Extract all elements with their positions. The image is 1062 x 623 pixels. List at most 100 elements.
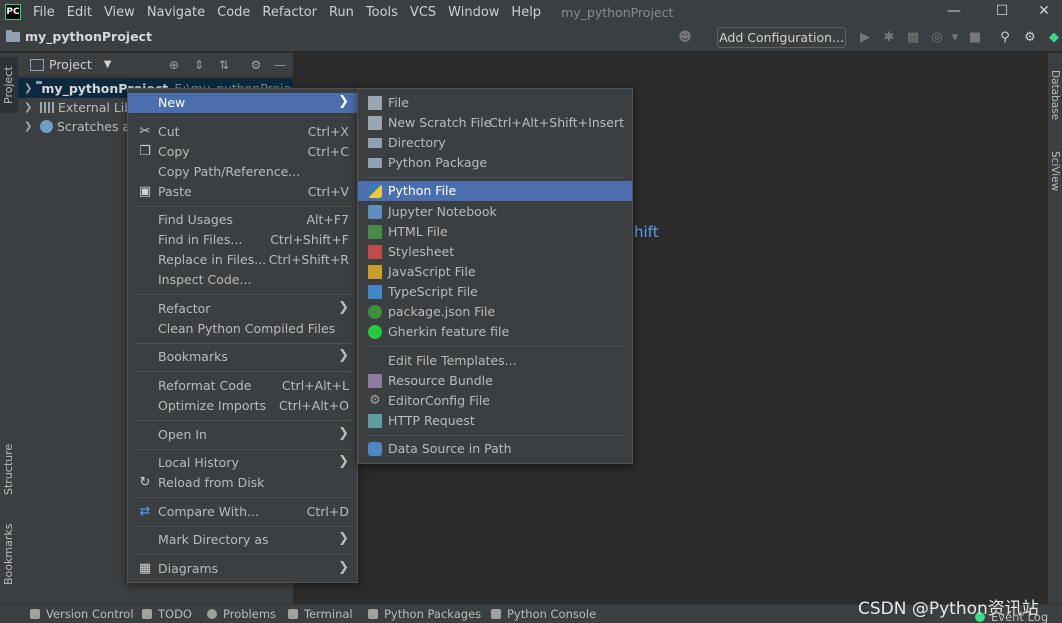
menu-item-copy-path[interactable]: Copy Path/Reference... (128, 162, 357, 182)
menu-code[interactable]: Code (211, 5, 256, 20)
new-item-python-file[interactable]: Python File (358, 181, 632, 201)
gear-icon[interactable]: ⚙ (248, 57, 264, 73)
menu-item-replace-in-files[interactable]: Replace in Files... Ctrl+Shift+R (128, 250, 357, 270)
new-item-typescript-file[interactable]: TypeScript File (358, 282, 632, 302)
project-panel-header: Project ▼ ⊕ ⇕ ⇅ ⚙ — (18, 53, 293, 77)
breadcrumb-project[interactable]: my_pythonProject (25, 29, 152, 44)
menu-view[interactable]: View (98, 5, 141, 20)
menu-file[interactable]: File (27, 5, 61, 20)
new-item-python-package[interactable]: Python Package (358, 153, 632, 173)
tab-database[interactable]: Database (1048, 65, 1062, 125)
user-icon[interactable]: ☻ (676, 29, 694, 47)
stop-icon[interactable]: ■ (966, 29, 984, 47)
menu-run[interactable]: Run (323, 5, 360, 20)
tab-version-control[interactable]: Version Control (30, 607, 134, 621)
chevron-right-icon[interactable]: ❯ (24, 121, 36, 132)
project-view-selector[interactable]: Project ▼ (30, 57, 111, 72)
terminal-icon (288, 609, 298, 619)
menu-item-label: Clean Python Compiled Files (158, 321, 336, 336)
menu-vcs[interactable]: VCS (404, 5, 442, 20)
debug-icon[interactable]: ✱ (880, 29, 898, 47)
menu-item-local-history[interactable]: Local History ❯ (128, 453, 357, 473)
menu-separator (136, 420, 351, 421)
menu-item-label: Stylesheet (388, 244, 455, 259)
plugin-icon[interactable]: ◆ (1045, 29, 1062, 47)
menu-edit[interactable]: Edit (61, 5, 98, 20)
chevron-down-icon[interactable]: ▾ (946, 29, 964, 47)
search-icon[interactable]: ⚲ (996, 29, 1014, 47)
gear-icon[interactable]: ⚙ (1021, 29, 1039, 47)
hide-icon[interactable]: — (272, 57, 288, 73)
menu-item-find-usages[interactable]: Find Usages Alt+F7 (128, 210, 357, 230)
menu-item-label: New (158, 95, 186, 110)
menu-item-mark-directory-as[interactable]: Mark Directory as ❯ (128, 530, 357, 550)
minimize-icon[interactable]: — (930, 0, 978, 24)
menu-item-new[interactable]: New ❯ (128, 93, 357, 113)
new-item-html-file[interactable]: HTML File (358, 222, 632, 242)
menu-window[interactable]: Window (442, 5, 505, 20)
menu-item-find-in-files[interactable]: Find in Files... Ctrl+Shift+F (128, 230, 357, 250)
new-item-resource-bundle[interactable]: Resource Bundle (358, 371, 632, 391)
menu-item-label: Python File (388, 183, 457, 198)
menu-item-reformat-code[interactable]: Reformat Code Ctrl+Alt+L (128, 376, 357, 396)
menu-item-label: Local History (158, 455, 239, 470)
menu-item-reload-from-disk[interactable]: ↻ Reload from Disk (128, 473, 357, 493)
menu-tools[interactable]: Tools (360, 5, 404, 20)
new-item-gherkin-feature[interactable]: Gherkin feature file (358, 322, 632, 342)
new-item-edit-templates[interactable]: Edit File Templates... (358, 351, 632, 371)
breadcrumb[interactable]: my_pythonProject (6, 29, 152, 44)
tab-project[interactable]: Project (0, 57, 18, 113)
packages-icon (368, 609, 378, 619)
menu-item-paste[interactable]: ▣ Paste Ctrl+V (128, 182, 357, 202)
library-icon (40, 101, 54, 113)
tab-todo[interactable]: TODO (142, 607, 192, 621)
menu-navigate[interactable]: Navigate (141, 5, 211, 20)
menu-item-clean-compiled[interactable]: Clean Python Compiled Files (128, 319, 357, 339)
new-item-editorconfig[interactable]: ⚙ EditorConfig File (358, 391, 632, 411)
profile-icon[interactable]: ◎ (928, 29, 946, 47)
menu-item-compare-with[interactable]: ⇄ Compare With... Ctrl+D (128, 502, 357, 522)
new-item-javascript-file[interactable]: JavaScript File (358, 262, 632, 282)
run-icon[interactable]: ▶ (856, 29, 874, 47)
new-item-file[interactable]: File (358, 93, 632, 113)
menu-item-open-in[interactable]: Open In ❯ (128, 425, 357, 445)
tab-problems[interactable]: Problems (207, 607, 276, 621)
coverage-icon[interactable]: ▩ (904, 29, 922, 47)
chevron-right-icon[interactable]: ❯ (24, 83, 32, 94)
new-item-data-source[interactable]: Data Source in Path (358, 439, 632, 459)
close-icon[interactable]: ✕ (1020, 0, 1062, 24)
add-configuration-button[interactable]: Add Configuration... (717, 27, 846, 48)
menu-item-cut[interactable]: ✂ Cut Ctrl+X (128, 122, 357, 142)
tab-bookmarks[interactable]: Bookmarks (0, 519, 18, 589)
menu-item-bookmarks[interactable]: Bookmarks ❯ (128, 347, 357, 367)
expand-all-icon[interactable]: ⇕ (191, 57, 207, 73)
new-item-stylesheet[interactable]: Stylesheet (358, 242, 632, 262)
tab-structure[interactable]: Structure (0, 438, 18, 500)
menu-item-inspect-code[interactable]: Inspect Code... (128, 270, 357, 290)
chevron-right-icon[interactable]: ❯ (24, 102, 36, 113)
menu-item-optimize-imports[interactable]: Optimize Imports Ctrl+Alt+O (128, 396, 357, 416)
menu-item-label: New Scratch File (388, 115, 492, 130)
menu-item-refactor[interactable]: Refactor ❯ (128, 299, 357, 319)
select-opened-file-icon[interactable]: ⊕ (166, 57, 182, 73)
menu-item-copy[interactable]: ❐ Copy Ctrl+C (128, 142, 357, 162)
menu-item-label: Directory (388, 135, 446, 150)
menu-item-diagrams[interactable]: ▦ Diagrams ❯ (128, 559, 357, 579)
new-item-scratch-file[interactable]: New Scratch File Ctrl+Alt+Shift+Insert (358, 113, 632, 133)
maximize-icon[interactable]: ☐ (978, 0, 1026, 24)
tab-sciview[interactable]: SciView (1048, 145, 1062, 197)
tab-python-console[interactable]: Python Console (491, 607, 596, 621)
collapse-all-icon[interactable]: ⇅ (216, 57, 232, 73)
menu-refactor[interactable]: Refactor (256, 5, 323, 20)
tab-python-packages[interactable]: Python Packages (368, 607, 481, 621)
new-item-jupyter-notebook[interactable]: Jupyter Notebook (358, 202, 632, 222)
new-item-directory[interactable]: Directory (358, 133, 632, 153)
new-item-http-request[interactable]: HTTP Request (358, 411, 632, 431)
chevron-right-icon: ❯ (338, 454, 349, 469)
tab-terminal[interactable]: Terminal (288, 607, 353, 621)
menu-item-label: Cut (158, 124, 180, 139)
menu-item-label: Reformat Code (158, 378, 252, 393)
menu-help[interactable]: Help (505, 5, 547, 20)
new-item-package-json[interactable]: package.json File (358, 302, 632, 322)
menu-item-label: Resource Bundle (388, 373, 493, 388)
